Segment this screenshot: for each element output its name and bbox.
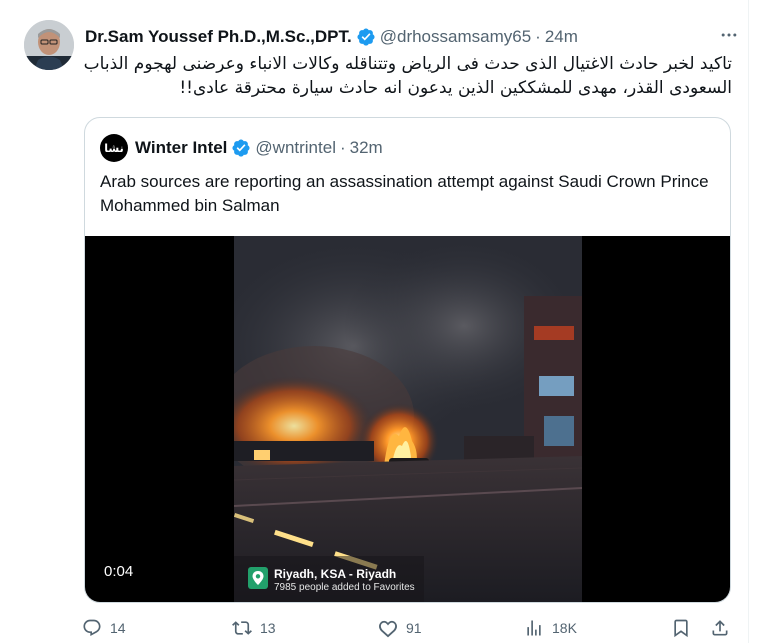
- more-icon: [721, 33, 737, 37]
- tweet-header: Dr.Sam Youssef Ph.D.,M.Sc.,DPT. @drhossa…: [85, 26, 578, 48]
- tweet-text: تاكيد لخبر حادث الاغتيال الذى حدث فى الر…: [83, 54, 732, 98]
- retweet-button[interactable]: 13: [232, 618, 276, 638]
- location-badge[interactable]: Riyadh, KSA - Riyadh 7985 people added t…: [248, 567, 415, 594]
- quoted-text: Arab sources are reporting an assassinat…: [100, 172, 709, 215]
- more-options-button[interactable]: [714, 22, 744, 48]
- location-title: Riyadh, KSA - Riyadh: [274, 567, 397, 581]
- like-count: 91: [406, 620, 422, 636]
- author-name[interactable]: Dr.Sam Youssef Ph.D.,M.Sc.,DPT.: [85, 27, 352, 47]
- tweet-actions: 14 13 91 18K: [82, 616, 742, 643]
- views-icon: [527, 620, 541, 636]
- tweet[interactable]: Dr.Sam Youssef Ph.D.,M.Sc.,DPT. @drhossa…: [0, 0, 748, 643]
- video-player[interactable]: Riyadh, KSA - Riyadh 7985 people added t…: [85, 236, 730, 602]
- share-icon: [712, 620, 728, 636]
- verified-badge-icon: [357, 28, 375, 46]
- bookmark-icon: [674, 619, 688, 638]
- like-button[interactable]: 91: [378, 618, 422, 638]
- quoted-avatar[interactable]: نشا: [100, 134, 128, 162]
- views-button[interactable]: 18K: [524, 618, 577, 638]
- separator-dot: ·: [339, 138, 346, 157]
- timeline-border: [748, 0, 749, 643]
- avatar[interactable]: [24, 20, 74, 70]
- retweet-icon: [232, 621, 252, 635]
- quoted-header: Winter Intel @wntrintel · 32m: [135, 137, 383, 159]
- share-button[interactable]: [710, 618, 730, 638]
- reply-count: 14: [110, 620, 126, 636]
- quoted-handle[interactable]: @wntrintel: [255, 138, 336, 158]
- verified-badge-icon: [232, 139, 250, 157]
- reply-icon: [83, 619, 101, 637]
- retweet-count: 13: [260, 620, 276, 636]
- views-count: 18K: [552, 620, 577, 636]
- like-icon: [379, 620, 397, 638]
- bookmark-button[interactable]: [671, 618, 691, 638]
- video-frame[interactable]: Riyadh, KSA - Riyadh 7985 people added t…: [234, 236, 582, 602]
- quoted-timestamp[interactable]: 32m: [350, 138, 383, 158]
- quoted-author-name[interactable]: Winter Intel: [135, 138, 227, 158]
- separator-dot: ·: [535, 27, 541, 46]
- location-subtitle: 7985 people added to Favorites: [274, 582, 415, 593]
- author-handle[interactable]: @drhossamsamy65: [380, 27, 531, 47]
- location-pin-icon: [248, 567, 268, 589]
- reply-button[interactable]: 14: [82, 618, 126, 638]
- tweet-timestamp[interactable]: 24m: [545, 27, 578, 47]
- quoted-tweet[interactable]: نشا Winter Intel @wntrintel · 32m Arab s…: [84, 117, 731, 603]
- video-thumbnail: [234, 236, 582, 602]
- video-duration: 0:04: [104, 563, 134, 580]
